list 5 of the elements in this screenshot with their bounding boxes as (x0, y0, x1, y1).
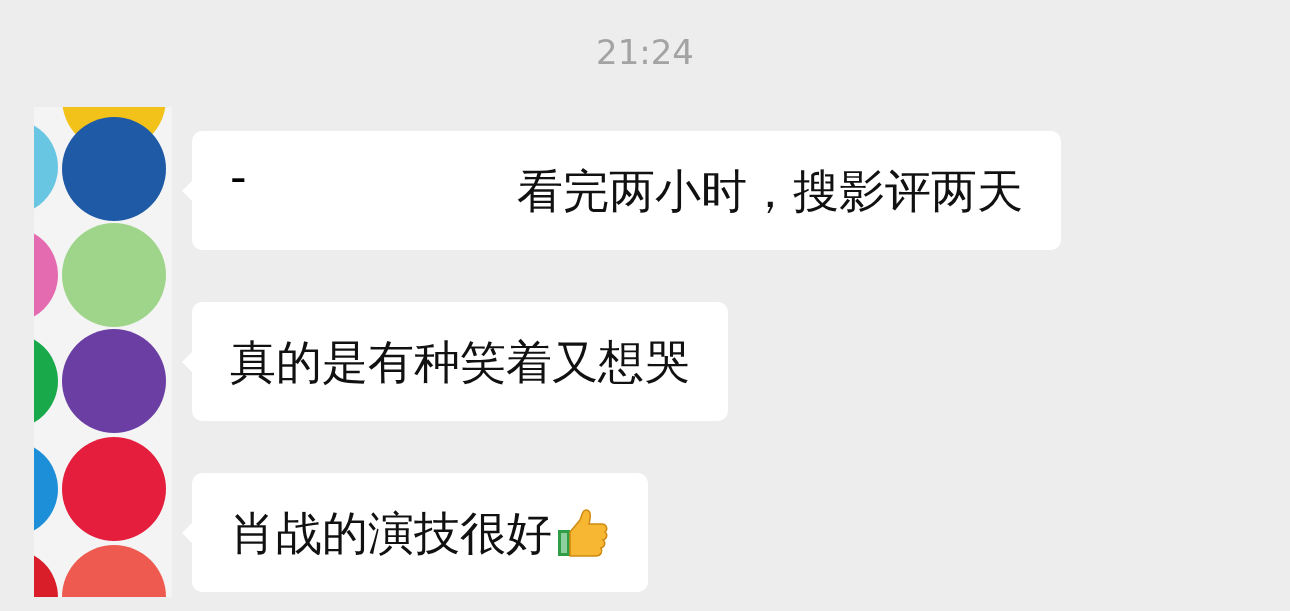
message-text: 真的是有种笑着又想哭 (230, 333, 690, 390)
message-text: 肖战的演技很好 (230, 504, 552, 561)
message-text: - (230, 149, 247, 205)
message-text: 看完两小时，搜影评两天 (516, 162, 1023, 219)
timestamp: 21:24 (596, 31, 694, 74)
